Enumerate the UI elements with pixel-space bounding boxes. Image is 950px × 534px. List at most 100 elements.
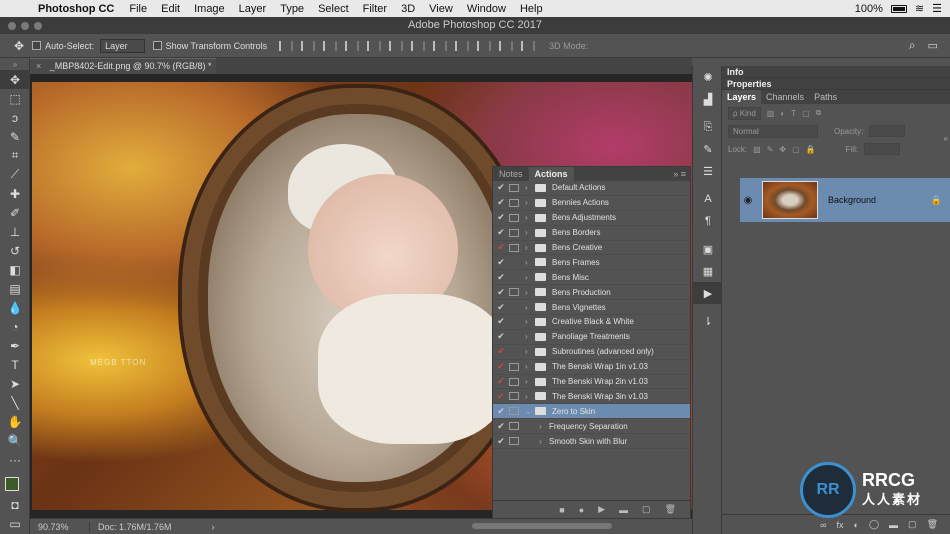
- transform-controls-checkbox[interactable]: [152, 41, 162, 50]
- action-set[interactable]: ✔ › Bens Borders: [493, 226, 690, 241]
- eyedropper-tool[interactable]: ⟋: [0, 165, 30, 184]
- chevron-right-icon[interactable]: ›: [525, 213, 535, 222]
- filter-type-icon[interactable]: T: [791, 109, 796, 118]
- fill-field[interactable]: [864, 143, 901, 155]
- filter-shape-icon[interactable]: ▢: [802, 109, 810, 118]
- fx-icon[interactable]: fx: [837, 520, 844, 530]
- record-icon[interactable]: ●: [579, 505, 584, 515]
- chevron-right-icon[interactable]: ›: [525, 317, 535, 326]
- toggle-check-icon[interactable]: ✔: [493, 316, 509, 327]
- chevron-right-icon[interactable]: ›: [525, 362, 535, 371]
- tab-channels[interactable]: Channels: [761, 90, 809, 104]
- trash-icon[interactable]: 🗑: [665, 504, 676, 515]
- distribute-top-icon[interactable]: [411, 40, 426, 51]
- menu-type[interactable]: Type: [273, 3, 311, 15]
- brush-presets-icon[interactable]: ✎: [693, 138, 723, 160]
- new-set-icon[interactable]: ▬: [619, 505, 628, 515]
- toggle-check-icon[interactable]: ✔: [493, 421, 509, 432]
- hand-tool[interactable]: ✋: [0, 412, 30, 431]
- toggle-check-icon[interactable]: ✔: [493, 272, 509, 283]
- align-hcenter-icon[interactable]: [367, 40, 382, 51]
- menu-edit[interactable]: Edit: [154, 3, 187, 15]
- clone-stamp-tool[interactable]: ⊥: [0, 222, 30, 241]
- toggle-check-icon[interactable]: ✔: [493, 406, 509, 417]
- document-tab[interactable]: × _MBP8402-Edit.png @ 90.7% (RGB/8) *: [30, 58, 216, 74]
- chevron-right-icon[interactable]: ›: [525, 332, 535, 341]
- lock-paint-icon[interactable]: ✎: [767, 145, 774, 154]
- line-tool[interactable]: ╲: [0, 393, 30, 412]
- dialog-toggle-icon[interactable]: [509, 258, 519, 266]
- dialog-toggle-icon[interactable]: [509, 243, 519, 252]
- toggle-check-icon[interactable]: ✔: [493, 287, 509, 298]
- move-tool[interactable]: ✥: [0, 70, 30, 89]
- close-window-icon[interactable]: [8, 22, 16, 30]
- chevron-right-icon[interactable]: ›: [525, 228, 535, 237]
- actions-icon[interactable]: ▶: [693, 282, 723, 304]
- dialog-toggle-icon[interactable]: [509, 348, 519, 356]
- tab-notes[interactable]: Notes: [493, 167, 529, 181]
- zoom-tool[interactable]: 🔍: [0, 431, 30, 450]
- distribute-hcenter-icon[interactable]: [499, 40, 514, 51]
- chevron-right-icon[interactable]: ›: [525, 273, 535, 282]
- dialog-toggle-icon[interactable]: [509, 288, 519, 297]
- collapse-panels-icon[interactable]: «: [944, 134, 948, 143]
- menu-3d[interactable]: 3D: [394, 3, 422, 15]
- action-set[interactable]: ✔ › Creative Black & White: [493, 315, 690, 330]
- notes-icon[interactable]: ▦: [693, 260, 723, 282]
- action-set[interactable]: ✔ ⌄ Zero to Skin: [493, 404, 690, 420]
- histogram-icon[interactable]: ▟: [693, 88, 723, 110]
- action-set[interactable]: ✔ › Bens Production: [493, 285, 690, 301]
- toggle-check-icon[interactable]: ✔: [493, 436, 509, 447]
- lock-artboard-icon[interactable]: ▢: [792, 145, 800, 154]
- toggle-check-icon[interactable]: ✔: [493, 376, 509, 387]
- action-item[interactable]: ✔ › Smooth Skin with Blur: [493, 434, 690, 450]
- marquee-tool[interactable]: ⬚: [0, 89, 30, 108]
- quick-select-tool[interactable]: ✎: [0, 127, 30, 146]
- color-icon[interactable]: ✺: [693, 66, 723, 88]
- pen-tool[interactable]: ✒: [0, 336, 30, 355]
- action-set[interactable]: ✔ › Panoliage Treatments: [493, 330, 690, 345]
- lock-all-icon[interactable]: 🔒: [806, 145, 816, 154]
- layer-name[interactable]: Background: [828, 195, 876, 205]
- tab-layers[interactable]: Layers: [722, 90, 762, 104]
- toggle-check-icon[interactable]: ✔: [493, 346, 509, 357]
- wifi-icon[interactable]: ≋: [915, 2, 924, 15]
- menu-filter[interactable]: Filter: [356, 3, 394, 15]
- color-swatches[interactable]: [0, 469, 30, 495]
- dialog-toggle-icon[interactable]: [509, 303, 519, 311]
- action-set[interactable]: ✔ › Bennies Actions: [493, 196, 690, 211]
- app-menu[interactable]: Photoshop CC: [30, 3, 122, 15]
- link-layers-icon[interactable]: ∞: [820, 520, 826, 530]
- distribute-right-icon[interactable]: [521, 40, 536, 51]
- menu-window[interactable]: Window: [460, 3, 513, 15]
- chevron-right-icon[interactable]: ›: [539, 422, 549, 431]
- stop-icon[interactable]: ■: [559, 505, 564, 515]
- dialog-toggle-icon[interactable]: [509, 437, 519, 446]
- blend-mode-dropdown[interactable]: Normal: [728, 124, 818, 138]
- chevron-right-icon[interactable]: ›: [525, 303, 535, 312]
- toggle-check-icon[interactable]: ✔: [493, 361, 509, 372]
- chevron-right-icon[interactable]: ›: [525, 243, 535, 252]
- info-panel-header[interactable]: Info: [722, 66, 950, 78]
- lock-position-icon[interactable]: ✥: [779, 145, 786, 154]
- type-tool[interactable]: T: [0, 355, 30, 374]
- distribute-bottom-icon[interactable]: [455, 40, 470, 51]
- kind-filter-dropdown[interactable]: ρ Kind: [728, 106, 761, 120]
- paragraph-icon[interactable]: ¶: [693, 210, 723, 232]
- chevron-right-icon[interactable]: ›: [525, 198, 535, 207]
- tab-actions[interactable]: Actions: [528, 167, 574, 181]
- zoom-window-icon[interactable]: [34, 22, 42, 30]
- chevron-right-icon[interactable]: ›: [525, 183, 535, 192]
- path-selection-tool[interactable]: ➤: [0, 374, 30, 393]
- action-set[interactable]: ✔ › Subroutines (advanced only): [493, 345, 690, 360]
- delete-layer-icon[interactable]: 🗑: [927, 519, 938, 530]
- character-icon[interactable]: A: [693, 188, 723, 210]
- align-right-icon[interactable]: [389, 40, 404, 51]
- status-menu-arrow[interactable]: ›: [212, 522, 215, 532]
- toggle-check-icon[interactable]: ✔: [493, 302, 509, 313]
- visibility-eye-icon[interactable]: ◉: [740, 195, 756, 206]
- auto-select-dropdown[interactable]: Layer: [100, 38, 145, 53]
- horizontal-scrollbar[interactable]: [472, 523, 612, 529]
- dialog-toggle-icon[interactable]: [509, 273, 519, 281]
- filter-smart-icon[interactable]: ⧉: [816, 108, 822, 118]
